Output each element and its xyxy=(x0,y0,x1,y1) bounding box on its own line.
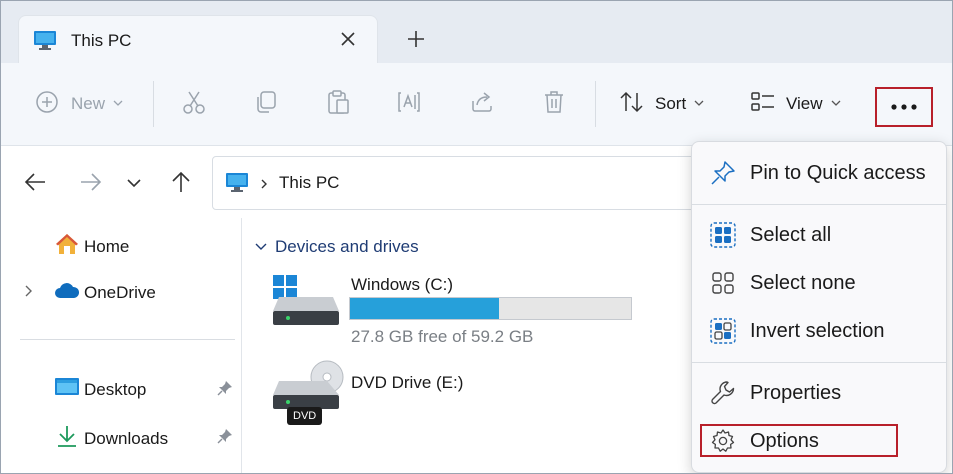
monitor-icon xyxy=(33,30,57,57)
sidebar-item-label: Home xyxy=(84,236,130,256)
plus-circle-icon xyxy=(35,90,59,119)
menu-divider xyxy=(692,204,946,205)
options-highlight xyxy=(700,424,898,457)
view-button[interactable]: View xyxy=(750,63,841,145)
rename-button[interactable] xyxy=(396,63,422,145)
sidebar-item-home[interactable]: Home xyxy=(54,232,129,261)
section-devices-and-drives[interactable]: Devices and drives xyxy=(255,237,419,257)
drive-usage-fill xyxy=(350,298,499,319)
paste-button[interactable] xyxy=(325,63,351,145)
desktop-icon xyxy=(54,376,80,403)
share-icon xyxy=(469,89,495,120)
chevron-down-icon xyxy=(831,95,841,113)
pin-icon[interactable] xyxy=(217,380,233,401)
menu-item-label: Select none xyxy=(750,271,856,294)
sort-button[interactable]: Sort xyxy=(619,63,704,145)
share-button[interactable] xyxy=(469,63,495,145)
select-all-icon xyxy=(708,220,738,250)
tab-strip: This PC xyxy=(1,1,952,65)
menu-divider xyxy=(692,362,946,363)
cut-button[interactable] xyxy=(181,63,207,145)
sidebar-item-label: Downloads xyxy=(84,428,169,448)
home-icon xyxy=(54,232,80,261)
tab-this-pc[interactable]: This PC xyxy=(18,15,378,65)
sidebar-item-label: OneDrive xyxy=(84,282,156,302)
view-label: View xyxy=(786,94,823,113)
copy-button[interactable] xyxy=(253,63,279,145)
breadcrumb-this-pc[interactable]: This PC xyxy=(279,173,339,193)
clipboard-icon xyxy=(325,89,351,120)
sidebar-divider xyxy=(20,339,235,340)
download-icon xyxy=(54,424,80,453)
tab-title: This PC xyxy=(71,31,132,50)
sidebar-item-downloads[interactable]: Downloads xyxy=(54,424,168,453)
up-arrow-icon[interactable] xyxy=(169,170,193,199)
scissors-icon xyxy=(181,89,207,120)
hard-drive-icon xyxy=(269,271,343,334)
chevron-down-icon xyxy=(113,95,123,113)
sort-icon xyxy=(619,89,645,120)
trash-icon xyxy=(541,89,567,120)
more-options-icon xyxy=(890,98,918,116)
menu-item-select-all[interactable]: Select all xyxy=(692,212,946,258)
dvd-badge: DVD xyxy=(287,407,323,425)
chevron-down-icon xyxy=(694,95,704,113)
back-arrow-icon[interactable] xyxy=(23,171,49,198)
close-icon[interactable] xyxy=(337,28,359,50)
menu-item-invert-selection[interactable]: Invert selection xyxy=(692,308,946,354)
navigation-pane: Home OneDrive Desktop Downloads xyxy=(1,218,242,473)
menu-item-select-none[interactable]: Select none xyxy=(692,260,946,306)
drive-usage-bar xyxy=(349,297,632,320)
toolbar-divider xyxy=(153,81,154,127)
forward-arrow-icon[interactable] xyxy=(77,171,103,198)
cloud-icon xyxy=(54,280,80,305)
rename-icon xyxy=(396,89,422,120)
sort-label: Sort xyxy=(655,94,687,113)
delete-button[interactable] xyxy=(541,63,567,145)
command-bar: New Sort View xyxy=(1,63,952,146)
breadcrumb-chevron-icon[interactable] xyxy=(259,177,269,195)
pin-icon[interactable] xyxy=(217,428,233,449)
see-more-menu: Pin to Quick access Select all Select no… xyxy=(691,141,947,473)
view-list-icon xyxy=(750,89,776,120)
menu-item-label: Select all xyxy=(750,223,832,246)
menu-item-properties[interactable]: Properties xyxy=(692,370,946,416)
sidebar-item-label: Desktop xyxy=(84,379,147,399)
new-button[interactable]: New xyxy=(35,63,123,145)
copy-icon xyxy=(253,89,279,120)
select-none-icon xyxy=(708,268,738,298)
invert-selection-icon xyxy=(708,316,738,346)
drive-free-space: 27.8 GB free of 59.2 GB xyxy=(351,327,534,346)
menu-item-label: Properties xyxy=(750,381,842,404)
menu-item-label: Invert selection xyxy=(750,319,885,342)
wrench-icon xyxy=(708,378,738,408)
menu-item-label: Pin to Quick access xyxy=(750,161,926,184)
monitor-icon xyxy=(225,172,249,199)
drive-name: Windows (C:) xyxy=(351,275,454,294)
file-explorer-window: This PC New Sort View This PC Home OneDr… xyxy=(0,0,953,474)
new-tab-icon[interactable] xyxy=(404,27,428,51)
menu-item-pin-to-quick-access[interactable]: Pin to Quick access xyxy=(692,150,946,196)
expand-chevron-icon[interactable] xyxy=(23,284,33,303)
chevron-down-icon xyxy=(255,237,267,257)
section-label: Devices and drives xyxy=(275,237,419,256)
sidebar-item-desktop[interactable]: Desktop xyxy=(54,376,146,403)
drive-name: DVD Drive (E:) xyxy=(351,373,464,392)
new-label: New xyxy=(71,94,106,113)
pin-icon xyxy=(708,158,738,188)
drive-dvd-e[interactable]: DVD DVD Drive (E:) xyxy=(269,359,649,439)
sidebar-item-onedrive[interactable]: OneDrive xyxy=(54,280,156,305)
recent-locations-chevron-icon[interactable] xyxy=(126,176,142,194)
toolbar-divider xyxy=(595,81,596,127)
see-more-button[interactable] xyxy=(875,87,933,127)
